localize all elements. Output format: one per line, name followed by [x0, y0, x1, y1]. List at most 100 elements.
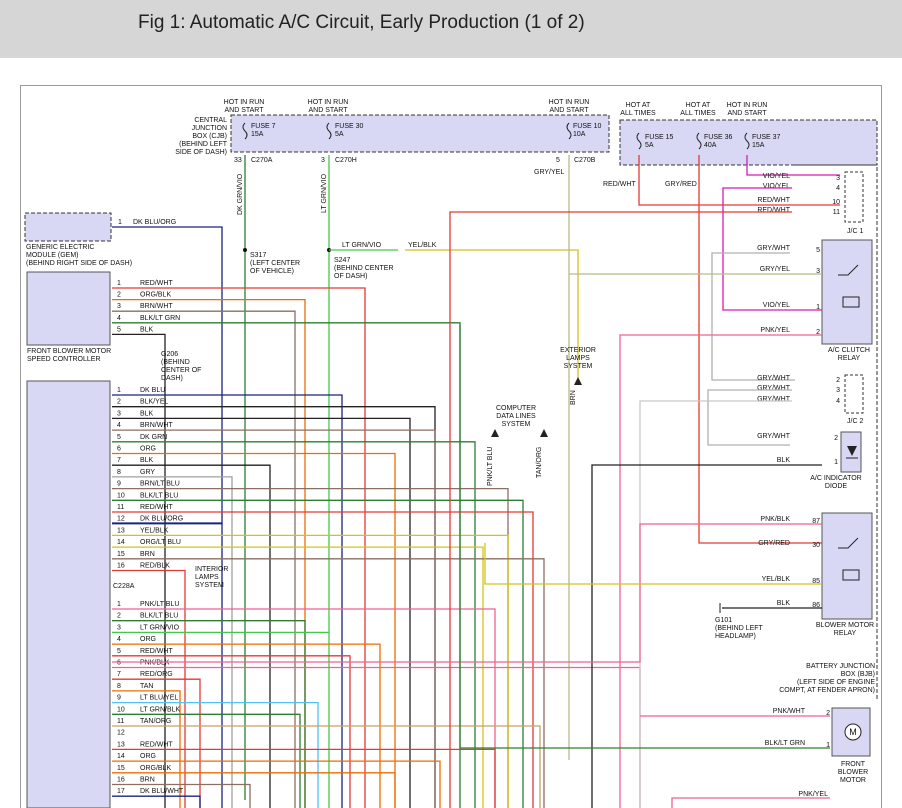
label-bjb: (LEFT SIDE OF ENGINE: [797, 679, 875, 686]
label-g206: CENTER OF: [161, 367, 201, 374]
label-w-tanorg-v: TAN/ORG: [536, 447, 543, 478]
label-fuse30: FUSE 30: [335, 123, 364, 130]
ctrl1-pin-wire: BRN/WHT: [140, 422, 173, 429]
acrelay-wire: PNK/YEL: [760, 327, 790, 334]
label-hot-run-4: HOT IN RUN: [727, 102, 768, 109]
ctrl2-pin-wire: PNK/BLK: [140, 660, 170, 667]
brelay-wire: YEL/BLK: [762, 576, 791, 583]
diode-wire: GRY/WHT: [757, 433, 791, 440]
ctrl1-pin-number: 7: [117, 457, 121, 464]
label-s317: S317: [250, 252, 266, 259]
label-pin3: 3: [321, 157, 325, 164]
brelay-wire: PNK/BLK: [760, 516, 790, 523]
label-cjb: JUNCTION: [192, 125, 227, 132]
label-fuse37: FUSE 37: [752, 134, 781, 141]
fbmsc-pin-wire: RED/WHT: [140, 280, 173, 287]
ctrl1-pin-wire: BLK: [140, 410, 154, 417]
label-g206: DASH): [161, 375, 183, 382]
label-bjb: BOX (BJB): [841, 671, 875, 678]
label-w-brn-v: BRN: [570, 390, 577, 405]
label-cjb: SIDE OF DASH): [175, 149, 227, 156]
generic-electronic-module: [24, 212, 112, 242]
ctrl2-pin-wire: DK BLU/WHT: [140, 788, 184, 795]
ctrl2-pin-number: 1: [117, 601, 121, 608]
ctrl2-pin-wire: BLK/LT BLU: [140, 613, 178, 620]
fbmsc-pin-number: 3: [117, 303, 121, 310]
diode-pin: 2: [834, 435, 838, 442]
acrelay-pin: 5: [816, 247, 820, 254]
fbmsc-wire: [112, 310, 296, 808]
jc2-pin: 3: [836, 387, 840, 394]
label-comp-data: SYSTEM: [502, 421, 531, 428]
ctrl2-pin-number: 7: [117, 671, 121, 678]
wire-pnk-yel: [619, 334, 822, 808]
fbmsc-pin-wire: BRN/WHT: [140, 303, 173, 310]
label-w-yelblk: YEL/BLK: [408, 242, 437, 249]
ctrl2-wire: [112, 748, 496, 808]
fbmsc-pin-number: 2: [117, 292, 121, 299]
label-s317: OF VEHICLE): [250, 268, 294, 275]
label-g206: G206: [161, 351, 178, 358]
jc1-pin: 4: [836, 185, 840, 192]
jc1-wire: RED/WHT: [757, 207, 790, 214]
label-gem-pin: 1: [118, 219, 122, 226]
label-ext-lamps: LAMPS: [566, 355, 590, 362]
ctrl2-pin-number: 9: [117, 695, 121, 702]
ctrl1-pin-wire: BRN: [140, 551, 155, 558]
ctrl1-pin-wire: DK BLU: [140, 387, 165, 394]
label-g101: G101: [715, 617, 732, 624]
diode-pin: 1: [834, 459, 838, 466]
label-fbmsc: SPEED CONTROLLER: [27, 356, 101, 363]
ctrl1-pin-number: 1: [117, 387, 121, 394]
ctrl1-pin-wire: GRY: [140, 469, 155, 476]
climate-control-module: [26, 380, 111, 808]
ctrl1-pin-wire: BLK/LT BLU: [140, 492, 178, 499]
label-hot-run-1: AND START: [224, 107, 264, 114]
ctrl1-wire: [112, 558, 545, 808]
label-blower-relay: RELAY: [834, 630, 857, 637]
label-g101: HEADLAMP): [715, 633, 756, 640]
ctrl1-pin-number: 16: [117, 563, 125, 570]
label-fbmsc: FRONT BLOWER MOTOR: [27, 348, 111, 355]
label-g101: (BEHIND LEFT: [715, 625, 764, 632]
brelay-pin: 30: [812, 542, 820, 549]
ctrl2-pin-wire: ORG/BLK: [140, 765, 171, 772]
label-int-lamps: SYSTEM: [195, 582, 224, 589]
ctrl1-wire: [112, 476, 233, 808]
ctrl2-pin-number: 12: [117, 730, 125, 737]
label-hot-all-2: HOT AT: [686, 102, 711, 109]
ctrl2-pin-number: 3: [117, 624, 121, 631]
ctrl1-pin-wire: BRN/LT BLU: [140, 481, 180, 488]
ctrl1-pin-number: 9: [117, 481, 121, 488]
motor-wire: BLK/LT GRN: [765, 740, 805, 747]
ctrl2-pin-number: 14: [117, 753, 125, 760]
ctrl2-pin-number: 6: [117, 660, 121, 667]
label-s247: OF DASH): [334, 273, 367, 280]
jc2-wire: GRY/WHT: [757, 396, 791, 403]
jc2-wire: GRY/WHT: [757, 385, 791, 392]
label-fuse7: FUSE 7: [251, 123, 276, 130]
label-fuse7: 15A: [251, 131, 264, 138]
label-hot-run-2: HOT IN RUN: [308, 99, 349, 106]
ctrl1-pin-wire: ORG: [140, 446, 156, 453]
label-int-lamps: LAMPS: [195, 574, 219, 581]
fbmsc-wire: [112, 287, 366, 808]
label-pin33: 33: [234, 157, 242, 164]
jc2-pin: 4: [836, 398, 840, 405]
motor-wire: PNK/WHT: [773, 708, 806, 715]
label-bjb: BATTERY JUNCTION: [806, 663, 875, 670]
label-blower-relay: BLOWER MOTOR: [816, 622, 874, 629]
label-hot-run-2: AND START: [308, 107, 348, 114]
ctrl1-pin-number: 10: [117, 492, 125, 499]
label-jc2: J/C 2: [847, 418, 863, 425]
data-arrow-1: [491, 429, 499, 437]
label-hot-run-3: HOT IN RUN: [549, 99, 590, 106]
jc1-wire: VIO/YEL: [763, 183, 790, 190]
jc2-connector: [844, 374, 864, 414]
ctrl2-pin-wire: LT GRN/VIO: [140, 624, 180, 631]
ctrl2-wire: [112, 666, 641, 808]
wiring-diagram: MHOT IN RUNAND STARTHOT IN RUNAND STARTH…: [24, 99, 878, 808]
label-c270a: C270A: [251, 157, 273, 164]
label-fuse10: FUSE 10: [573, 123, 602, 130]
label-w-gryyel: GRY/YEL: [534, 169, 564, 176]
